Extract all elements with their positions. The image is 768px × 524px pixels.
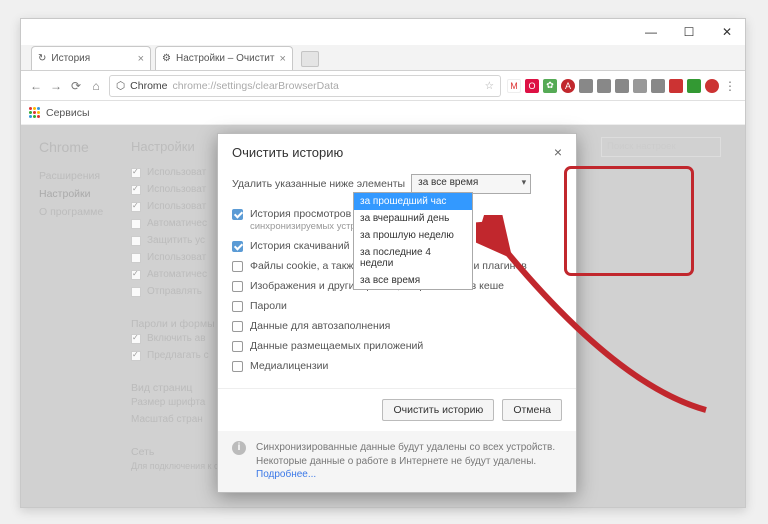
gear-icon: ⚙ — [162, 53, 171, 64]
browser-window: — ☐ ✕ ↻ История × ⚙ Настройки – Очистит … — [20, 18, 746, 508]
item-label: История скачиваний — [250, 240, 349, 252]
settings-search: Поиск настроек — [601, 137, 721, 157]
tab-strip: ↻ История × ⚙ Настройки – Очистит × — [21, 45, 745, 71]
ext-icon[interactable] — [669, 79, 683, 93]
info-link[interactable]: Подробнее... — [256, 469, 316, 480]
maximize-button[interactable]: ☐ — [677, 23, 701, 41]
ext-icon[interactable] — [615, 79, 629, 93]
checkbox[interactable] — [232, 209, 243, 220]
bookmarks-bar: Сервисы — [21, 101, 745, 125]
menu-icon[interactable]: ⋮ — [723, 79, 737, 93]
item-label: Данные для автозаполнения — [250, 320, 390, 332]
sidebar: Chrome Расширения Настройки О программе — [39, 139, 131, 493]
checkbox[interactable] — [232, 241, 243, 252]
extension-icons: M O ✿ A ⋮ — [507, 79, 737, 93]
back-button[interactable]: ← — [29, 79, 43, 93]
url-origin: Chrome — [130, 80, 167, 92]
lock-icon: ⬡ — [116, 80, 125, 92]
dialog-info: i Синхронизированные данные будут удален… — [218, 431, 576, 492]
ext-icon[interactable] — [633, 79, 647, 93]
url-path: chrome://settings/clearBrowserData — [173, 80, 339, 92]
sidebar-item: Настройки — [39, 185, 131, 203]
cancel-button[interactable]: Отмена — [502, 399, 562, 421]
dropdown-option[interactable]: за последние 4 недели — [354, 244, 472, 272]
window-titlebar: — ☐ ✕ — [21, 19, 745, 45]
item-label: Пароли — [250, 300, 287, 312]
star-icon[interactable]: ☆ — [485, 80, 494, 92]
bookmarks-label[interactable]: Сервисы — [46, 107, 90, 119]
tab-label: Настройки – Очистит — [176, 53, 274, 64]
ext-icon[interactable] — [651, 79, 665, 93]
checkbox[interactable] — [232, 301, 243, 312]
ext-icon[interactable] — [705, 79, 719, 93]
ext-icon[interactable]: M — [507, 79, 521, 93]
checkbox[interactable] — [232, 321, 243, 332]
ext-icon[interactable] — [579, 79, 593, 93]
ext-icon[interactable]: A — [561, 79, 575, 93]
checkbox[interactable] — [232, 341, 243, 352]
reload-button[interactable]: ⟳ — [69, 79, 83, 93]
apps-icon[interactable] — [29, 107, 40, 118]
ext-icon[interactable]: O — [525, 79, 539, 93]
dropdown-option[interactable]: за вчерашний день — [354, 210, 472, 227]
close-window-button[interactable]: ✕ — [715, 23, 739, 41]
forward-button[interactable]: → — [49, 79, 63, 93]
clear-history-dialog: Очистить историю × Удалить указанные ниж… — [217, 133, 577, 493]
dropdown-option[interactable]: за прошлую неделю — [354, 227, 472, 244]
ext-icon[interactable] — [597, 79, 611, 93]
dropdown-option[interactable]: за все время — [354, 272, 472, 289]
dialog-close-button[interactable]: × — [554, 144, 562, 160]
checkbox[interactable] — [232, 361, 243, 372]
history-icon: ↻ — [38, 53, 46, 64]
time-range-dropdown: за прошедший час за вчерашний день за пр… — [353, 192, 473, 290]
dialog-title: Очистить историю — [232, 145, 343, 160]
info-text: Синхронизированные данные будут удалены … — [256, 442, 555, 467]
item-label: Медиалицензии — [250, 360, 328, 372]
new-tab-button[interactable] — [301, 51, 319, 67]
checkbox[interactable] — [232, 281, 243, 292]
close-tab-icon[interactable]: × — [279, 53, 285, 65]
checkbox[interactable] — [232, 261, 243, 272]
sidebar-item: Расширения — [39, 167, 131, 185]
dropdown-option[interactable]: за прошедший час — [354, 193, 472, 210]
content-area: Chrome Расширения Настройки О программе … — [21, 125, 745, 507]
home-button[interactable]: ⌂ — [89, 79, 103, 93]
tab-history[interactable]: ↻ История × — [31, 46, 151, 70]
minimize-button[interactable]: — — [639, 23, 663, 41]
delete-label: Удалить указанные ниже элементы — [232, 178, 405, 190]
tab-settings[interactable]: ⚙ Настройки – Очистит × — [155, 46, 293, 70]
dialog-footer: Очистить историю Отмена — [218, 388, 576, 431]
time-range-select[interactable]: за все время — [411, 174, 531, 194]
clear-button[interactable]: Очистить историю — [382, 399, 494, 421]
select-value: за все время — [418, 177, 478, 188]
close-tab-icon[interactable]: × — [138, 53, 144, 65]
brand-label: Chrome — [39, 139, 131, 155]
info-icon: i — [232, 441, 246, 455]
tab-label: История — [51, 53, 90, 64]
url-field[interactable]: ⬡ Chrome chrome://settings/clearBrowserD… — [109, 75, 501, 97]
address-bar: ← → ⟳ ⌂ ⬡ Chrome chrome://settings/clear… — [21, 71, 745, 101]
ext-icon[interactable]: ✿ — [543, 79, 557, 93]
ext-icon[interactable] — [687, 79, 701, 93]
sidebar-item: О программе — [39, 203, 131, 221]
item-label: Данные размещаемых приложений — [250, 340, 423, 352]
